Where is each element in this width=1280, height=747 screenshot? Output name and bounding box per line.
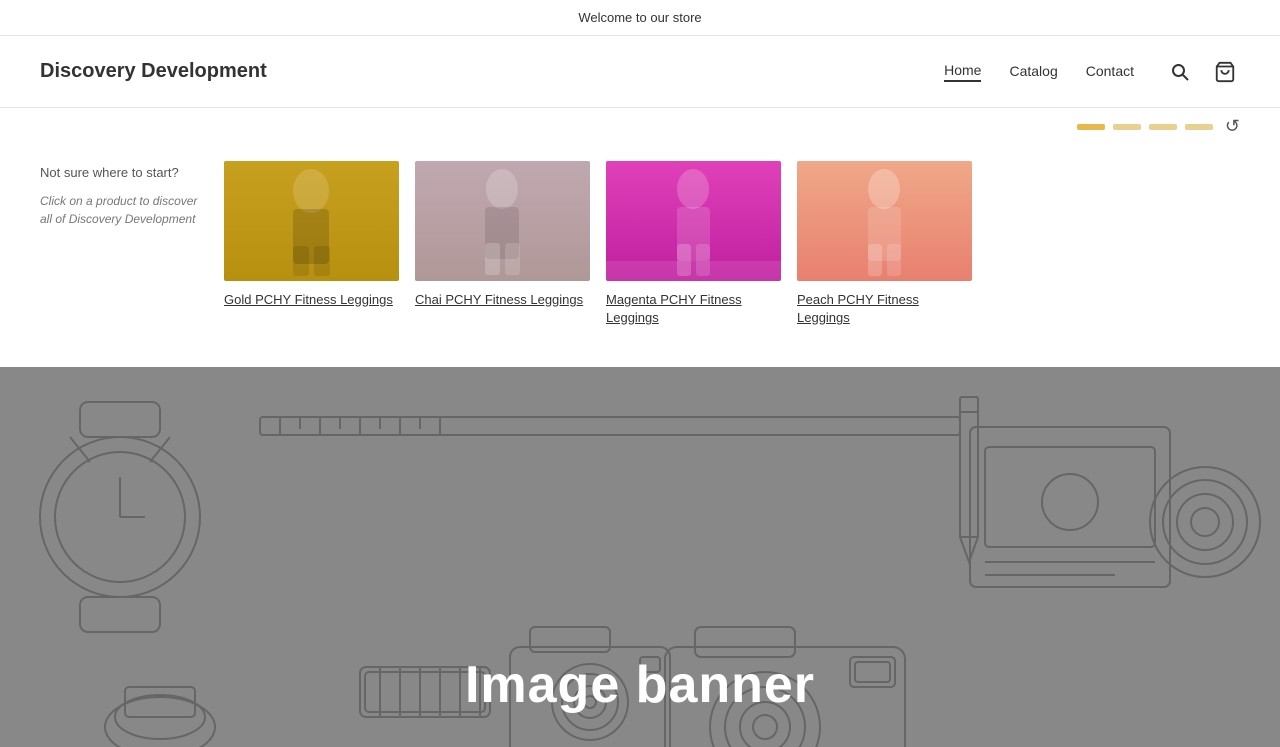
announcement-text: Welcome to our store — [578, 10, 701, 25]
products-grid: Gold PCHY Fitness Leggings Chai PCHY Fit… — [224, 161, 1240, 327]
product-card-gold: Gold PCHY Fitness Leggings — [224, 161, 399, 327]
product-image-magenta[interactable] — [606, 161, 781, 281]
product-figure-chai — [415, 161, 590, 281]
product-name-gold[interactable]: Gold PCHY Fitness Leggings — [224, 292, 393, 307]
product-figure-magenta — [606, 161, 781, 281]
nav-catalog[interactable]: Catalog — [1009, 63, 1057, 81]
product-card-magenta: Magenta PCHY Fitness Leggings — [606, 161, 781, 327]
product-figure-peach — [797, 161, 972, 281]
product-image-chai[interactable] — [415, 161, 590, 281]
nav-contact[interactable]: Contact — [1086, 63, 1134, 81]
product-figure-gold — [224, 161, 399, 281]
product-image-peach[interactable] — [797, 161, 972, 281]
nav-home[interactable]: Home — [944, 62, 981, 82]
slider-dot-3[interactable] — [1149, 124, 1177, 130]
section-intro: Not sure where to start? Click on a prod… — [40, 161, 200, 327]
slider-dot-2[interactable] — [1113, 124, 1141, 130]
cart-icon — [1214, 61, 1236, 83]
product-name-peach[interactable]: Peach PCHY Fitness Leggings — [797, 292, 919, 325]
product-card-chai: Chai PCHY Fitness Leggings — [415, 161, 590, 327]
image-banner: Image banner — [0, 367, 1280, 747]
intro-heading: Not sure where to start? — [40, 165, 200, 180]
product-section: Not sure where to start? Click on a prod… — [40, 161, 1240, 327]
main-nav: Home Catalog Contact — [944, 62, 1134, 82]
site-logo[interactable]: Discovery Development — [40, 60, 267, 83]
cart-button[interactable] — [1210, 57, 1240, 87]
header: Discovery Development Home Catalog Conta… — [0, 36, 1280, 108]
product-image-gold[interactable] — [224, 161, 399, 281]
search-icon — [1170, 62, 1190, 82]
main-content: Not sure where to start? Click on a prod… — [0, 137, 1280, 367]
banner-text: Image banner — [465, 655, 815, 715]
product-name-magenta[interactable]: Magenta PCHY Fitness Leggings — [606, 292, 742, 325]
product-name-chai[interactable]: Chai PCHY Fitness Leggings — [415, 292, 583, 307]
search-button[interactable] — [1166, 58, 1194, 86]
announcement-bar: Welcome to our store — [0, 0, 1280, 36]
slider-refresh-button[interactable]: ↺ — [1225, 116, 1240, 137]
header-icons — [1166, 57, 1240, 87]
slider-dot-4[interactable] — [1185, 124, 1213, 130]
product-card-peach: Peach PCHY Fitness Leggings — [797, 161, 972, 327]
slider-dot-1[interactable] — [1077, 124, 1105, 130]
refresh-icon: ↺ — [1225, 116, 1240, 137]
intro-text: Click on a product to discover all of Di… — [40, 192, 200, 228]
